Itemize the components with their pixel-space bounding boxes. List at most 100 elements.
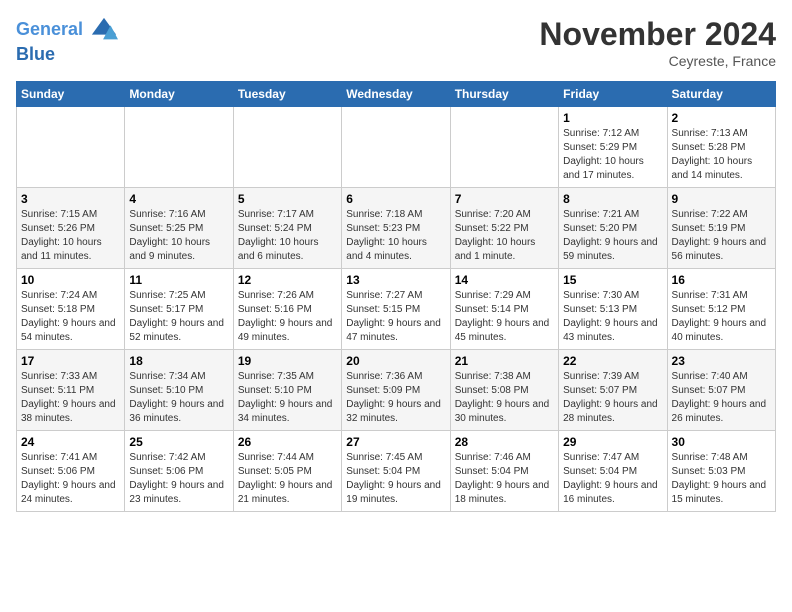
col-sunday: Sunday [17,82,125,107]
day-info: Sunrise: 7:16 AM Sunset: 5:25 PM Dayligh… [129,208,228,264]
day-info: Sunrise: 7:38 AM Sunset: 5:08 PM Dayligh… [455,370,554,426]
day-cell: 18 Sunrise: 7:34 AM Sunset: 5:10 PM Dayli… [125,350,233,431]
day-number: 10 [21,273,120,287]
day-number: 21 [455,354,554,368]
day-cell: 13 Sunrise: 7:27 AM Sunset: 5:15 PM Dayli… [342,269,450,350]
day-number: 24 [21,435,120,449]
calendar-header-row: Sunday Monday Tuesday Wednesday Thursday… [17,82,776,107]
day-info: Sunrise: 7:17 AM Sunset: 5:24 PM Dayligh… [238,208,337,264]
day-cell: 4 Sunrise: 7:16 AM Sunset: 5:25 PM Daylig… [125,188,233,269]
day-info: Sunrise: 7:27 AM Sunset: 5:15 PM Dayligh… [346,289,445,345]
day-info: Sunrise: 7:35 AM Sunset: 5:10 PM Dayligh… [238,370,337,426]
day-cell: 6 Sunrise: 7:18 AM Sunset: 5:23 PM Daylig… [342,188,450,269]
day-cell: 17Sunrise: 7:33 AM Sunset: 5:11 PM Dayli… [17,350,125,431]
logo: General Blue [16,16,118,66]
day-info: Sunrise: 7:34 AM Sunset: 5:10 PM Dayligh… [129,370,228,426]
day-info: Sunrise: 7:39 AM Sunset: 5:07 PM Dayligh… [563,370,662,426]
day-number: 28 [455,435,554,449]
day-info: Sunrise: 7:25 AM Sunset: 5:17 PM Dayligh… [129,289,228,345]
day-number: 23 [672,354,771,368]
day-cell: 20Sunrise: 7:36 AM Sunset: 5:09 PM Dayli… [342,350,450,431]
day-cell [125,107,233,188]
location: Ceyreste, France [539,53,776,69]
week-row-3: 10Sunrise: 7:24 AM Sunset: 5:18 PM Dayli… [17,269,776,350]
day-cell: 29Sunrise: 7:47 AM Sunset: 5:04 PM Dayli… [559,431,667,512]
day-cell: 12Sunrise: 7:26 AM Sunset: 5:16 PM Dayli… [233,269,341,350]
day-number: 18 [129,354,228,368]
day-cell: 23 Sunrise: 7:40 AM Sunset: 5:07 PM Dayli… [667,350,775,431]
day-info: Sunrise: 7:41 AM Sunset: 5:06 PM Dayligh… [21,451,120,507]
day-cell: 16Sunrise: 7:31 AM Sunset: 5:12 PM Dayli… [667,269,775,350]
day-info: Sunrise: 7:44 AM Sunset: 5:05 PM Dayligh… [238,451,337,507]
day-cell: 28 Sunrise: 7:46 AM Sunset: 5:04 PM Dayli… [450,431,558,512]
day-cell [17,107,125,188]
day-number: 15 [563,273,662,287]
day-cell: 11 Sunrise: 7:25 AM Sunset: 5:17 PM Dayli… [125,269,233,350]
day-number: 9 [672,192,771,206]
day-number: 2 [672,111,771,125]
col-saturday: Saturday [667,82,775,107]
day-number: 11 [129,273,228,287]
day-cell [342,107,450,188]
day-cell: 24 Sunrise: 7:41 AM Sunset: 5:06 PM Dayli… [17,431,125,512]
week-row-4: 17Sunrise: 7:33 AM Sunset: 5:11 PM Dayli… [17,350,776,431]
day-cell: 15 Sunrise: 7:30 AM Sunset: 5:13 PM Dayli… [559,269,667,350]
day-cell [233,107,341,188]
logo-line2: Blue [16,44,118,66]
day-number: 25 [129,435,228,449]
title-area: November 2024 Ceyreste, France [539,16,776,69]
day-number: 29 [563,435,662,449]
day-cell: 2 Sunrise: 7:13 AM Sunset: 5:28 PM Daylig… [667,107,775,188]
day-number: 27 [346,435,445,449]
calendar-table: Sunday Monday Tuesday Wednesday Thursday… [16,81,776,512]
day-number: 22 [563,354,662,368]
day-cell: 7Sunrise: 7:20 AM Sunset: 5:22 PM Daylig… [450,188,558,269]
day-info: Sunrise: 7:48 AM Sunset: 5:03 PM Dayligh… [672,451,771,507]
day-cell: 19 Sunrise: 7:35 AM Sunset: 5:10 PM Dayli… [233,350,341,431]
day-number: 26 [238,435,337,449]
day-info: Sunrise: 7:20 AM Sunset: 5:22 PM Dayligh… [455,208,554,264]
day-cell: 5 Sunrise: 7:17 AM Sunset: 5:24 PM Daylig… [233,188,341,269]
col-monday: Monday [125,82,233,107]
day-cell: 25Sunrise: 7:42 AM Sunset: 5:06 PM Dayli… [125,431,233,512]
page-header: General Blue November 2024 Ceyreste, Fra… [16,16,776,69]
day-number: 6 [346,192,445,206]
day-cell: 21 Sunrise: 7:38 AM Sunset: 5:08 PM Dayli… [450,350,558,431]
col-friday: Friday [559,82,667,107]
day-number: 12 [238,273,337,287]
day-cell [450,107,558,188]
day-number: 20 [346,354,445,368]
day-info: Sunrise: 7:18 AM Sunset: 5:23 PM Dayligh… [346,208,445,264]
day-number: 1 [563,111,662,125]
logo-text: General [16,16,118,44]
day-info: Sunrise: 7:22 AM Sunset: 5:19 PM Dayligh… [672,208,771,264]
day-number: 4 [129,192,228,206]
day-info: Sunrise: 7:12 AM Sunset: 5:29 PM Dayligh… [563,127,662,183]
day-number: 13 [346,273,445,287]
day-cell: 3 Sunrise: 7:15 AM Sunset: 5:26 PM Daylig… [17,188,125,269]
day-number: 5 [238,192,337,206]
day-cell: 26 Sunrise: 7:44 AM Sunset: 5:05 PM Dayli… [233,431,341,512]
day-cell: 1 Sunrise: 7:12 AM Sunset: 5:29 PM Daylig… [559,107,667,188]
day-number: 3 [21,192,120,206]
day-number: 16 [672,273,771,287]
day-info: Sunrise: 7:45 AM Sunset: 5:04 PM Dayligh… [346,451,445,507]
day-number: 8 [563,192,662,206]
week-row-2: 3 Sunrise: 7:15 AM Sunset: 5:26 PM Daylig… [17,188,776,269]
month-title: November 2024 [539,16,776,53]
day-number: 17 [21,354,120,368]
day-info: Sunrise: 7:15 AM Sunset: 5:26 PM Dayligh… [21,208,120,264]
day-info: Sunrise: 7:30 AM Sunset: 5:13 PM Dayligh… [563,289,662,345]
day-info: Sunrise: 7:13 AM Sunset: 5:28 PM Dayligh… [672,127,771,183]
day-number: 19 [238,354,337,368]
day-cell: 22 Sunrise: 7:39 AM Sunset: 5:07 PM Dayli… [559,350,667,431]
col-thursday: Thursday [450,82,558,107]
col-wednesday: Wednesday [342,82,450,107]
day-cell: 14Sunrise: 7:29 AM Sunset: 5:14 PM Dayli… [450,269,558,350]
day-cell: 10Sunrise: 7:24 AM Sunset: 5:18 PM Dayli… [17,269,125,350]
col-tuesday: Tuesday [233,82,341,107]
day-info: Sunrise: 7:46 AM Sunset: 5:04 PM Dayligh… [455,451,554,507]
day-number: 14 [455,273,554,287]
day-info: Sunrise: 7:40 AM Sunset: 5:07 PM Dayligh… [672,370,771,426]
day-cell: 27 Sunrise: 7:45 AM Sunset: 5:04 PM Dayli… [342,431,450,512]
